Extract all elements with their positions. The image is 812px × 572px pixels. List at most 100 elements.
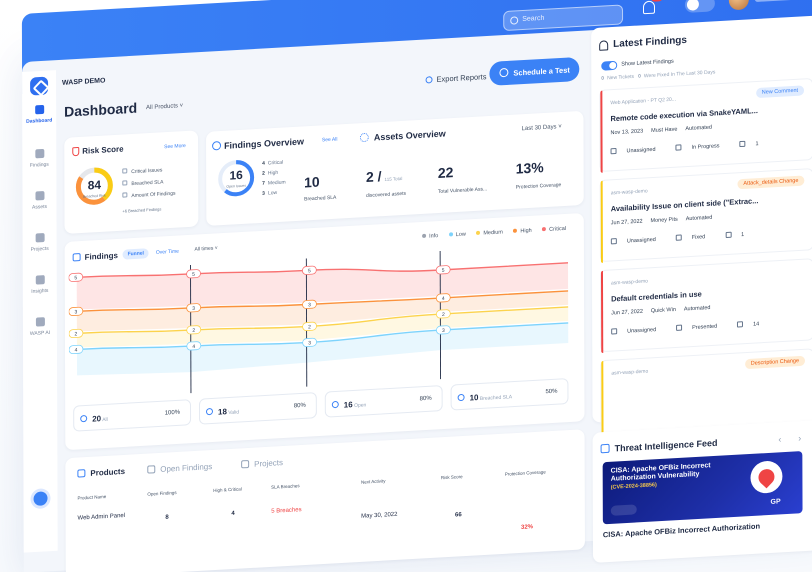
legend-dot [542, 227, 547, 232]
breached-icon [457, 393, 465, 402]
theme-toggle[interactable] [684, 0, 715, 13]
range-select[interactable]: All times ˅ [194, 245, 217, 252]
finding-priority: Money Pits [650, 216, 678, 225]
node-label-text: 2 [442, 312, 445, 318]
findings-icon [34, 148, 44, 159]
finding-card[interactable]: asm-wasp-demo Default credentials in use J… [599, 258, 812, 354]
over-time-tab[interactable]: Over Time [151, 246, 184, 258]
legend-item[interactable]: Low [448, 232, 466, 239]
product-open: 8 [165, 514, 169, 521]
node-label: 3 [302, 337, 318, 347]
funnel-tab[interactable]: Funnel [122, 248, 149, 260]
tab-open-findings[interactable]: Open Findings [147, 462, 212, 475]
legend-dot [422, 233, 427, 238]
sidebar-item-label: Insights [31, 287, 49, 295]
finding-title[interactable]: Default credentials in use [611, 289, 702, 303]
finding-date: Jun 27, 2022 [611, 308, 643, 317]
open-issues-value: 16 [229, 167, 243, 183]
coverage-value: 13% [515, 159, 544, 177]
brand-mark: GP [770, 498, 781, 506]
banner-title: CISA: Apache OFBiz Incorrect Authorizati… [610, 462, 711, 491]
risk-factor: Amount Of Findings [122, 188, 175, 203]
export-reports-button[interactable]: Export Reports [425, 72, 486, 84]
period-label: Last 30 Days [521, 124, 557, 133]
legend-item[interactable]: Info [422, 233, 438, 240]
stat-all[interactable]: 20 All 100% [73, 399, 192, 432]
feed-icon [600, 443, 610, 454]
tab-products[interactable]: Products [77, 467, 125, 479]
col-sla-breaches: SLA Breaches [271, 483, 300, 490]
legend-item[interactable]: Medium [476, 229, 503, 237]
legend-item[interactable]: High [513, 228, 532, 235]
sidebar-item-assets[interactable]: Assets [22, 190, 56, 211]
threat-banner[interactable]: CISA: Apache OFBiz Incorrect Authorizati… [602, 451, 803, 525]
latest-findings-title: Latest Findings [613, 34, 687, 50]
comments[interactable]: 1 [725, 231, 754, 239]
node-label-text: 4 [75, 347, 78, 353]
finding-card[interactable]: Web Application - PT Q2 20... New Comment… [599, 77, 812, 173]
node-label: 2 [435, 309, 451, 319]
notification-badge: 76 [650, 0, 664, 2]
products-icon [77, 469, 86, 478]
comments[interactable]: 14 [737, 321, 769, 329]
bell-icon[interactable] [642, 0, 656, 15]
finding-meta: Jun 27, 2022 Quick Win Automated [611, 305, 718, 317]
finding-meta: Jun 27, 2022 Money Pits Automated [611, 214, 720, 227]
status[interactable]: Fixed [675, 234, 715, 242]
stat-breached[interactable]: 10 Breached SLA 50% [450, 378, 569, 411]
avatar[interactable] [728, 0, 749, 11]
comments[interactable]: 1 [739, 140, 769, 148]
products-filter-label: All Products [146, 103, 179, 112]
help-icon[interactable] [33, 491, 48, 507]
finding-card[interactable]: asm-wasp-demo Attack_details Change Availa… [599, 168, 812, 264]
org-switcher[interactable]: WASP DEMO [62, 77, 105, 86]
severity-bar [601, 361, 604, 444]
product-name[interactable]: Web Admin Panel [78, 513, 126, 522]
show-latest-toggle[interactable] [601, 60, 618, 71]
product-high-critical: 4 [231, 510, 235, 518]
finding-assign-row: Unassigned In Progress 1 [610, 139, 779, 155]
tab-projects[interactable]: Projects [241, 458, 283, 469]
products-filter[interactable]: All Products ˅ [146, 103, 183, 111]
open-findings-icon [147, 465, 156, 474]
status-icon [675, 234, 682, 241]
stat-valid[interactable]: 18 Valid 80% [198, 392, 317, 425]
assignee[interactable]: Unassigned [611, 326, 666, 335]
col-risk-score: Risk Score [440, 474, 463, 481]
chevron-right-icon[interactable]: › [798, 433, 801, 443]
see-more-link[interactable]: See More [164, 143, 186, 150]
node-label: 5 [301, 265, 317, 275]
status[interactable]: In Progress [675, 143, 729, 152]
stat-open[interactable]: 16 Open 80% [324, 385, 443, 418]
bell-outline-icon [599, 40, 609, 51]
period-select[interactable]: Last 30 Days ˅ [522, 124, 562, 132]
legend-item[interactable]: Critical [542, 226, 566, 233]
sidebar-item-dashboard[interactable]: Dashboard [22, 104, 56, 125]
sidebar-item-insights[interactable]: Insights [23, 274, 57, 295]
legend-dot [476, 230, 481, 235]
sidebar-item-projects[interactable]: Projects [23, 232, 57, 253]
insights-icon [35, 275, 45, 285]
status-icon [676, 324, 683, 331]
sidebar-item-wasp-ai[interactable]: WASP AI [23, 316, 57, 337]
assignee[interactable]: Unassigned [610, 146, 666, 155]
risk-footer: +6 Breached Findings [122, 206, 162, 214]
node-label: 5 [186, 269, 201, 279]
breached-sla-label: Breached SLA [304, 194, 337, 203]
logo-icon[interactable] [30, 76, 49, 96]
schedule-test-button[interactable]: Schedule a Test [489, 56, 580, 86]
coverage-label: Protection Coverage [515, 182, 562, 191]
status[interactable]: Presented [676, 323, 727, 332]
assignee[interactable]: Unassigned [610, 236, 666, 245]
sidebar-item-label: Projects [30, 245, 49, 253]
see-all-link[interactable]: See All [322, 137, 338, 144]
page-title: Dashboard [64, 99, 138, 120]
chevron-left-icon[interactable]: ‹ [778, 434, 781, 444]
search-placeholder: Search [522, 14, 545, 24]
sidebar-item-findings[interactable]: Findings [22, 148, 56, 169]
sidebar: Dashboard Findings Assets Projects Insig… [22, 70, 58, 553]
user-name-blurred[interactable] [754, 0, 812, 3]
finding-title[interactable]: Remote code execution via SnakeYAML... [610, 106, 758, 123]
finding-title[interactable]: Availability Issue on client side ("Extr… [611, 196, 759, 213]
node-label: 3 [186, 303, 202, 313]
